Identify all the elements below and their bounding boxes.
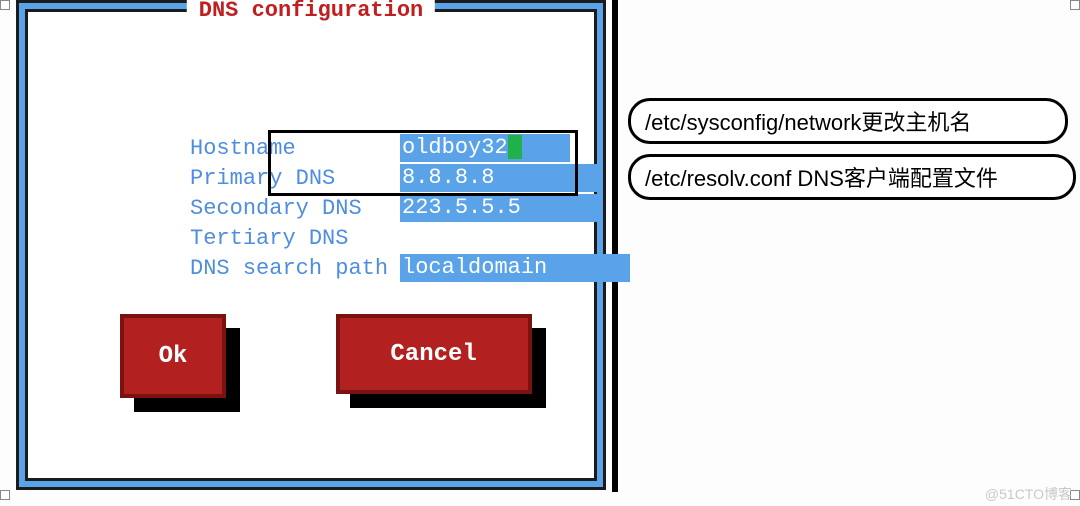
input-hostname[interactable]: oldboy32 bbox=[400, 134, 570, 162]
dns-dialog: DNS configuration Hostnameoldboy32 Prima… bbox=[25, 9, 597, 481]
text-cursor-icon bbox=[508, 135, 522, 159]
input-tertiary-dns[interactable] bbox=[400, 224, 570, 252]
fields-area: Hostnameoldboy32 Primary DNS8.8.8.8 Seco… bbox=[58, 104, 630, 254]
input-search-path[interactable]: localdomain bbox=[400, 254, 630, 282]
label-tertiary-dns: Tertiary DNS bbox=[190, 224, 400, 254]
input-primary-dns[interactable]: 8.8.8.8 bbox=[400, 164, 600, 192]
label-hostname: Hostname bbox=[190, 134, 400, 164]
ok-button-label: Ok bbox=[159, 343, 188, 370]
label-search-path: DNS search path bbox=[190, 254, 400, 284]
note-resolv-file: /etc/resolv.conf DNS客户端配置文件 bbox=[628, 154, 1076, 200]
input-secondary-dns[interactable]: 223.5.5.5 bbox=[400, 194, 600, 222]
watermark: @51CTO博客 bbox=[985, 484, 1072, 504]
dns-dialog-outer: DNS configuration Hostnameoldboy32 Prima… bbox=[16, 0, 606, 490]
button-row: Ok Cancel bbox=[120, 314, 532, 398]
cancel-button[interactable]: Cancel bbox=[336, 314, 532, 394]
label-secondary-dns: Secondary DNS bbox=[190, 194, 400, 224]
selection-handle-icon bbox=[1070, 0, 1080, 10]
ok-button[interactable]: Ok bbox=[120, 314, 226, 398]
selection-handle-icon bbox=[0, 0, 10, 10]
canvas: DNS configuration Hostnameoldboy32 Prima… bbox=[0, 0, 1080, 506]
row-hostname: Hostnameoldboy32 bbox=[58, 104, 630, 134]
cancel-button-label: Cancel bbox=[390, 341, 476, 368]
label-primary-dns: Primary DNS bbox=[190, 164, 400, 194]
dialog-title: DNS configuration bbox=[187, 0, 435, 23]
selection-handle-icon bbox=[0, 490, 10, 500]
note-network-file: /etc/sysconfig/network更改主机名 bbox=[628, 98, 1068, 144]
